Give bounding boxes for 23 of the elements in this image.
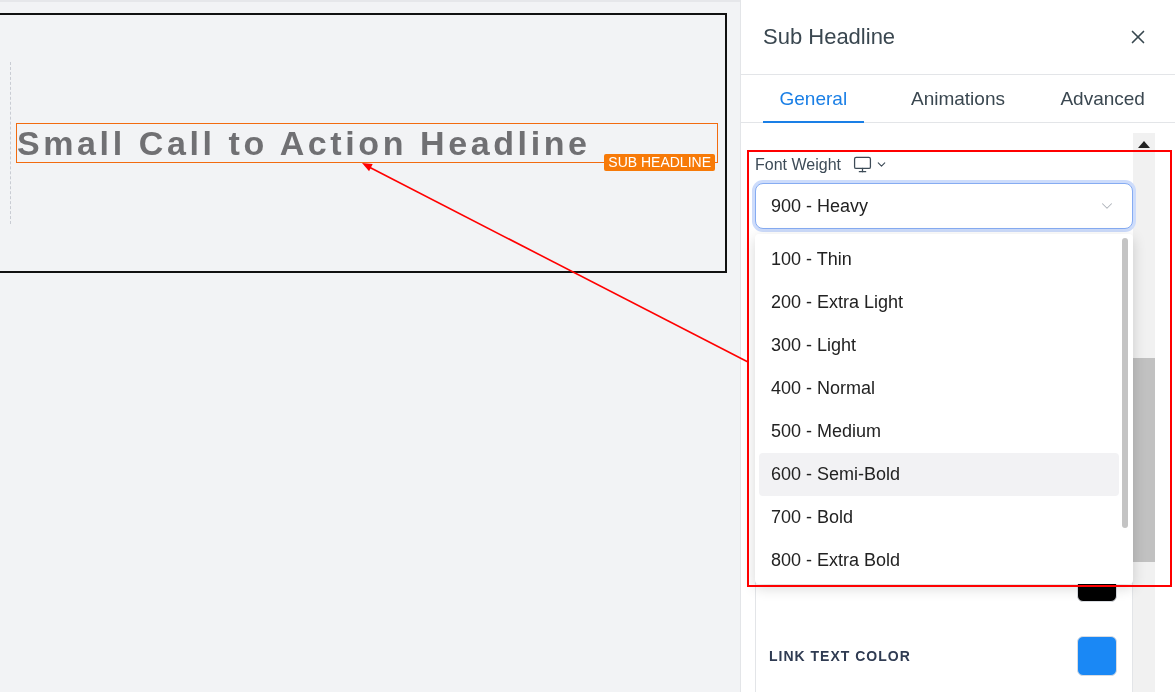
dropdown-option[interactable]: 300 - Light <box>759 324 1119 367</box>
dropdown-option[interactable]: 100 - Thin <box>759 238 1119 281</box>
dropdown-option[interactable]: 500 - Medium <box>759 410 1119 453</box>
tab[interactable]: General <box>762 75 865 123</box>
scroll-up-icon[interactable] <box>1138 141 1150 148</box>
dropdown-option[interactable]: 200 - Extra Light <box>759 281 1119 324</box>
monitor-icon <box>852 155 872 174</box>
dropdown-option[interactable]: 800 - Extra Bold <box>759 539 1119 582</box>
color-swatch[interactable] <box>1077 636 1117 676</box>
setting-label: LINK TEXT COLOR <box>769 648 911 664</box>
panel-title: Sub Headline <box>763 24 896 50</box>
scrollbar-thumb[interactable] <box>1133 358 1155 562</box>
dropdown-option[interactable]: 700 - Bold <box>759 496 1119 539</box>
font-weight-select[interactable]: 900 - Heavy <box>755 183 1133 229</box>
tab[interactable]: Animations <box>894 75 1022 123</box>
device-toggle[interactable] <box>852 155 888 174</box>
dropdown-option[interactable]: 600 - Semi-Bold <box>759 453 1119 496</box>
scrollbar-thumb[interactable] <box>1122 238 1128 528</box>
dropdown-option[interactable]: 400 - Normal <box>759 367 1119 410</box>
tab[interactable]: Advanced <box>1043 75 1162 123</box>
field-label: Font Weight <box>755 155 841 174</box>
element-label: SUB HEADLINE <box>604 154 715 171</box>
headline: Small Call to Action Headline <box>17 125 591 161</box>
